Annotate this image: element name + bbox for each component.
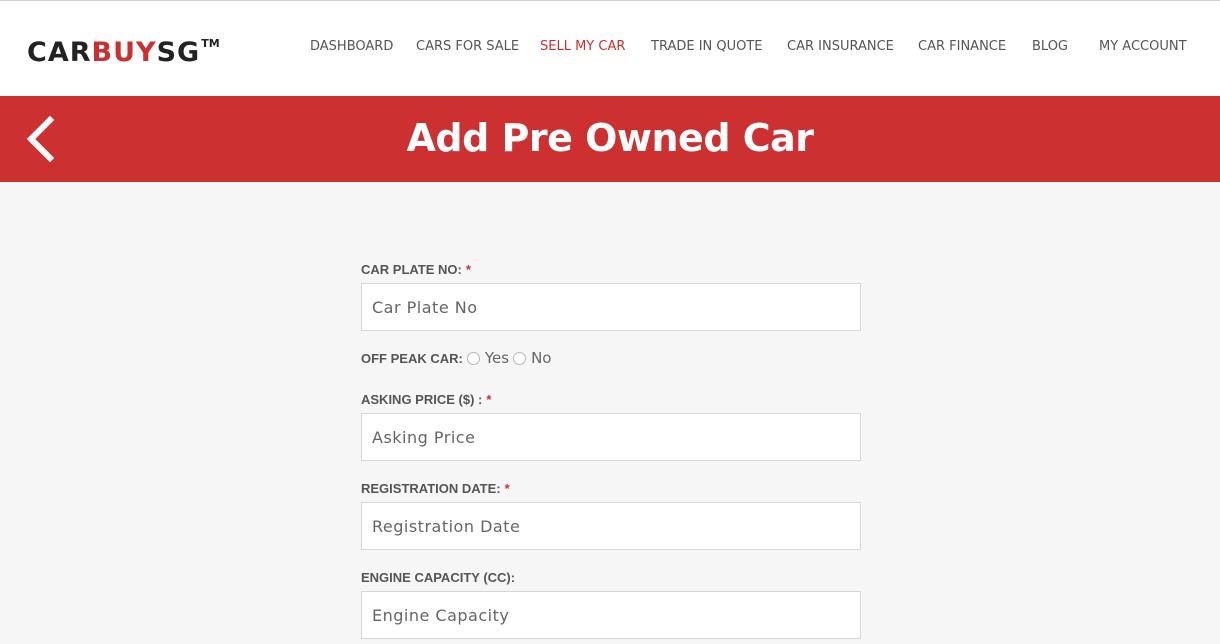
logo-text-buy: BUY — [91, 37, 157, 68]
engine-capacity-label: ENGINE CAPACITY (CC): — [361, 570, 515, 586]
logo-trademark: TM — [201, 37, 220, 50]
nav-item-cars-for-sale[interactable]: CARS FOR SALE — [416, 38, 519, 56]
nav-item-sell-my-car[interactable]: SELL MY CAR — [540, 38, 625, 56]
required-marker: * — [486, 392, 492, 407]
carbuysg-logo[interactable]: CAR BUY SG TM — [27, 38, 220, 72]
nav-item-trade-in-quote[interactable]: TRADE IN QUOTE — [651, 38, 763, 56]
page-title: Add Pre Owned Car — [406, 116, 814, 160]
car-plate-input[interactable] — [361, 283, 861, 331]
nav-item-dashboard[interactable]: DASHBOARD — [310, 38, 393, 56]
registration-date-label-text: REGISTRATION DATE: — [361, 481, 501, 496]
car-plate-label: CAR PLATE NO: * — [361, 262, 471, 278]
top-navbar: CAR BUY SG TM DASHBOARD CARS FOR SALE SELL … — [0, 0, 1220, 96]
off-peak-yes-radio[interactable] — [466, 351, 480, 365]
registration-date-input[interactable] — [361, 502, 861, 550]
off-peak-no-label[interactable]: No — [531, 349, 551, 367]
off-peak-no-radio[interactable] — [513, 351, 527, 365]
car-plate-label-text: CAR PLATE NO: — [361, 262, 462, 277]
nav-item-car-insurance[interactable]: CAR INSURANCE — [787, 38, 894, 56]
asking-price-label: ASKING PRICE ($) : * — [361, 392, 491, 408]
off-peak-label: OFF PEAK CAR: — [361, 350, 463, 366]
required-marker: * — [504, 481, 510, 496]
asking-price-label-text: ASKING PRICE ($) : — [361, 392, 483, 407]
logo-text-car: CAR — [27, 37, 92, 68]
registration-date-label: REGISTRATION DATE: * — [361, 481, 510, 497]
engine-capacity-label-text: ENGINE CAPACITY (CC): — [361, 570, 516, 585]
logo-text-sg: SG — [156, 37, 201, 68]
nav-item-my-account[interactable]: MY ACCOUNT — [1099, 38, 1187, 56]
off-peak-radio-group: OFF PEAK CAR: Yes No — [361, 348, 551, 368]
asking-price-input[interactable] — [361, 413, 861, 461]
nav-item-car-finance[interactable]: CAR FINANCE — [918, 38, 1006, 56]
off-peak-yes-label[interactable]: Yes — [485, 349, 509, 367]
engine-capacity-input[interactable] — [361, 591, 861, 639]
nav-item-blog[interactable]: BLOG — [1032, 38, 1068, 56]
required-marker: * — [465, 262, 471, 277]
page-header-banner: Add Pre Owned Car — [0, 96, 1220, 182]
